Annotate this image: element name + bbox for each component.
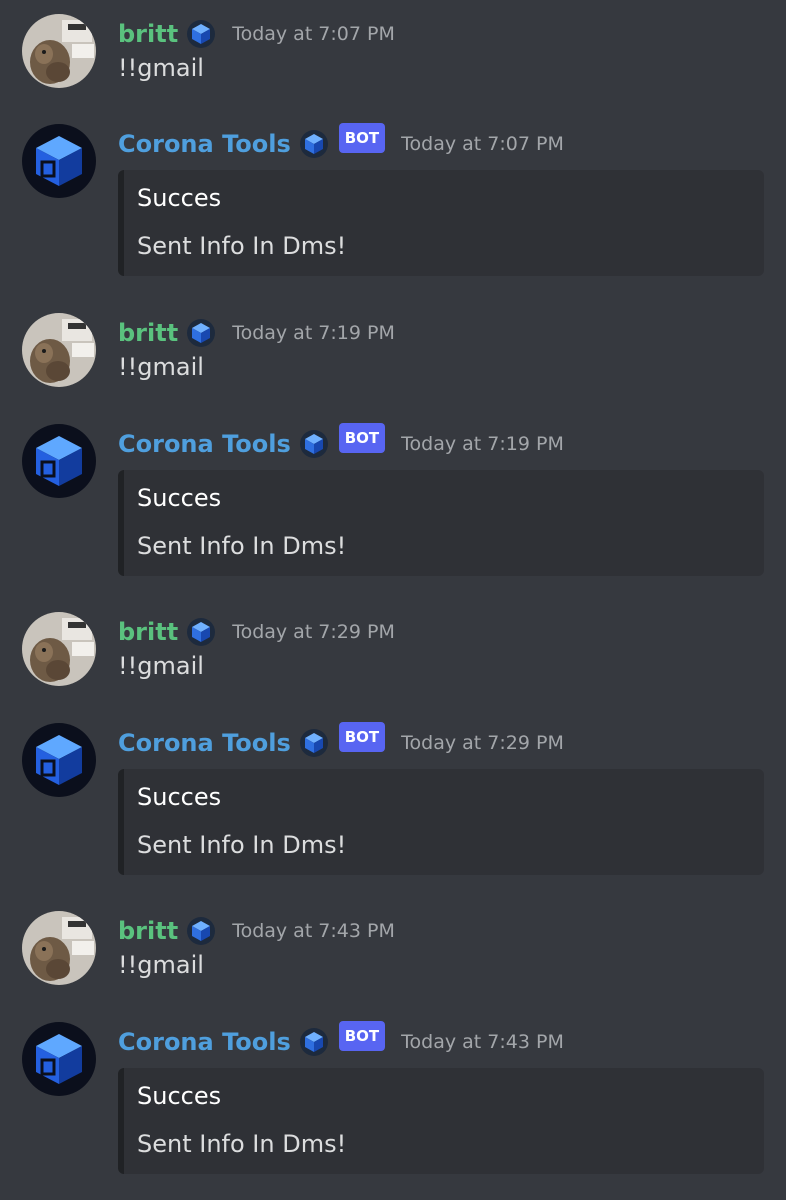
embed: Succes Sent Info In Dms! <box>118 170 764 276</box>
avatar[interactable] <box>22 1022 96 1096</box>
blue-cube-badge-icon[interactable] <box>299 129 329 159</box>
username[interactable]: Corona Tools <box>118 130 291 158</box>
embed: Succes Sent Info In Dms! <box>118 1068 764 1174</box>
timestamp: Today at 7:07 PM <box>232 23 395 45</box>
blue-cube-badge-icon[interactable] <box>299 1027 329 1057</box>
message-content: !!gmail <box>118 353 204 381</box>
timestamp: Today at 7:07 PM <box>401 133 564 155</box>
blue-cube-badge-icon[interactable] <box>186 916 216 946</box>
avatar[interactable] <box>22 911 96 985</box>
message-header: Corona Tools BOT Today at 7:43 PM <box>118 1021 564 1062</box>
embed-description: Sent Info In Dms! <box>137 532 347 560</box>
bot-cube-avatar-icon <box>22 1022 96 1096</box>
message-header: Corona Tools BOT Today at 7:29 PM <box>118 722 564 763</box>
embed: Succes Sent Info In Dms! <box>118 470 764 576</box>
timestamp: Today at 7:43 PM <box>401 1031 564 1053</box>
bot-tag: BOT <box>338 722 386 752</box>
blue-cube-badge-icon[interactable] <box>186 617 216 647</box>
timestamp: Today at 7:29 PM <box>401 732 564 754</box>
embed-description: Sent Info In Dms! <box>137 1130 347 1158</box>
timestamp: Today at 7:19 PM <box>401 433 564 455</box>
embed-title: Succes <box>137 1082 222 1110</box>
message-content: !!gmail <box>118 951 204 979</box>
username[interactable]: Corona Tools <box>118 1028 291 1056</box>
message-header: britt Today at 7:29 PM <box>118 612 395 652</box>
embed-title: Succes <box>137 184 222 212</box>
avatar[interactable] <box>22 723 96 797</box>
avatar[interactable] <box>22 612 96 686</box>
dog-photo-avatar-icon <box>22 612 96 686</box>
bot-cube-avatar-icon <box>22 124 96 198</box>
message-header: Corona Tools BOT Today at 7:07 PM <box>118 123 564 164</box>
avatar[interactable] <box>22 14 96 88</box>
bot-tag: BOT <box>338 123 386 153</box>
embed-title: Succes <box>137 783 222 811</box>
message-header: britt Today at 7:43 PM <box>118 911 395 951</box>
dog-photo-avatar-icon <box>22 313 96 387</box>
avatar[interactable] <box>22 424 96 498</box>
avatar[interactable] <box>22 313 96 387</box>
timestamp: Today at 7:43 PM <box>232 920 395 942</box>
avatar[interactable] <box>22 124 96 198</box>
dog-photo-avatar-icon <box>22 14 96 88</box>
message-content: !!gmail <box>118 54 204 82</box>
bot-tag: BOT <box>338 423 386 453</box>
blue-cube-badge-icon[interactable] <box>299 429 329 459</box>
bot-tag: BOT <box>338 1021 386 1051</box>
chat-messages: britt Today at 7:07 PM !!gmail Corona To… <box>0 0 786 1200</box>
username[interactable]: britt <box>118 319 178 347</box>
blue-cube-badge-icon[interactable] <box>186 318 216 348</box>
bot-cube-avatar-icon <box>22 723 96 797</box>
timestamp: Today at 7:19 PM <box>232 322 395 344</box>
dog-photo-avatar-icon <box>22 911 96 985</box>
username[interactable]: britt <box>118 20 178 48</box>
timestamp: Today at 7:29 PM <box>232 621 395 643</box>
blue-cube-badge-icon[interactable] <box>299 728 329 758</box>
embed-description: Sent Info In Dms! <box>137 232 347 260</box>
message-header: britt Today at 7:19 PM <box>118 313 395 353</box>
message-header: Corona Tools BOT Today at 7:19 PM <box>118 423 564 464</box>
username[interactable]: britt <box>118 618 178 646</box>
embed: Succes Sent Info In Dms! <box>118 769 764 875</box>
embed-title: Succes <box>137 484 222 512</box>
message-header: britt Today at 7:07 PM <box>118 14 395 54</box>
message-content: !!gmail <box>118 652 204 680</box>
username[interactable]: Corona Tools <box>118 430 291 458</box>
username[interactable]: Corona Tools <box>118 729 291 757</box>
blue-cube-badge-icon[interactable] <box>186 19 216 49</box>
bot-cube-avatar-icon <box>22 424 96 498</box>
embed-description: Sent Info In Dms! <box>137 831 347 859</box>
username[interactable]: britt <box>118 917 178 945</box>
